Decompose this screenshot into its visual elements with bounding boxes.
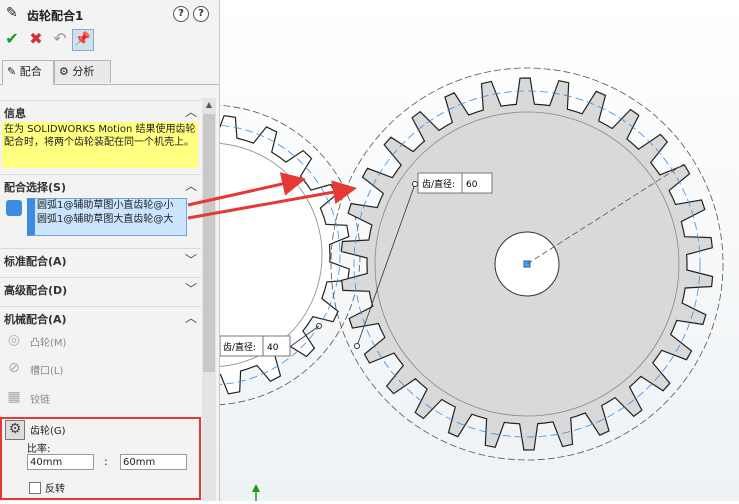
dim-point bbox=[412, 181, 418, 187]
paperclip-icon: ✎ bbox=[6, 5, 18, 21]
cancel-x-icon[interactable]: ✖ bbox=[26, 29, 46, 49]
mate-label: 齿轮(G) bbox=[30, 426, 66, 437]
section-label: 信息 bbox=[4, 107, 26, 120]
hinge-icon: ▦ bbox=[7, 389, 21, 405]
mate-label: 凸轮(M) bbox=[30, 338, 67, 349]
section-standard-mates[interactable]: 标准配合(A) ﹀ bbox=[0, 248, 201, 269]
pin-icon[interactable]: 📌 bbox=[72, 29, 94, 51]
chevron-up-icon[interactable]: ︿ bbox=[185, 103, 197, 120]
chevron-down-icon[interactable]: ﹀ bbox=[185, 280, 197, 297]
gear-analysis-icon: ⚙ bbox=[59, 65, 69, 78]
panel-scrollbar[interactable]: ▲ bbox=[202, 98, 216, 501]
reverse-label: 反转 bbox=[45, 484, 65, 495]
ratio-label: 比率: bbox=[27, 444, 51, 455]
slot-icon: ⊘ bbox=[8, 360, 20, 376]
gear-mate[interactable]: ⚙ 齿轮(G) bbox=[5, 418, 195, 440]
section-advanced-mates[interactable]: 高级配合(D) ﹀ bbox=[0, 277, 201, 298]
info-message: 在为 SOLIDWORKS Motion 结果使用齿轮配合时，将两个齿轮装配在同… bbox=[2, 122, 198, 168]
list-item[interactable]: 圆弧1@辅助草图小直齿轮@小 bbox=[35, 199, 186, 213]
gear-icon: ⚙ bbox=[5, 420, 25, 440]
reverse-checkbox[interactable] bbox=[29, 482, 41, 494]
help-icon[interactable]: ? bbox=[193, 6, 209, 22]
gear-viewport: 齿/直径: 60 齿/直径: 40 bbox=[59, 0, 739, 501]
title-bar: ✎ 齿轮配合1 ? ? bbox=[0, 0, 219, 28]
cam-icon: ◎ bbox=[7, 332, 21, 348]
hinge-mate[interactable]: ▦ 铰链 bbox=[5, 387, 195, 409]
property-manager: ✎ 齿轮配合1 ? ? ✔ ✖ ↶ 📌 ✎ 配合 ⚙ 分析 信息 ︿ 在为 SO… bbox=[0, 0, 220, 501]
tab-label: 分析 bbox=[72, 65, 95, 78]
section-label: 标准配合(A) bbox=[4, 255, 67, 268]
section-mechanical-mates[interactable]: 机械配合(A) ︿ bbox=[0, 306, 201, 327]
ok-check-icon[interactable]: ✔ bbox=[2, 29, 22, 49]
tab-mates[interactable]: ✎ 配合 bbox=[2, 60, 54, 85]
cam-mate[interactable]: ◎ 凸轮(M) bbox=[5, 330, 195, 352]
ratio-left-input[interactable]: 40mm bbox=[27, 454, 94, 470]
ratio-separator: : bbox=[104, 455, 108, 468]
dim-point bbox=[354, 343, 360, 349]
action-bar: ✔ ✖ ↶ 📌 bbox=[0, 29, 219, 51]
section-label: 配合选择(S) bbox=[4, 181, 66, 194]
section-label: 机械配合(A) bbox=[4, 313, 67, 326]
chevron-down-icon[interactable]: ﹀ bbox=[185, 251, 197, 268]
mate-label: 铰链 bbox=[30, 395, 50, 406]
selection-list[interactable]: 圆弧1@辅助草图小直齿轮@小 圆弧1@辅助草图大直齿轮@大 bbox=[27, 198, 187, 236]
slot-mate[interactable]: ⊘ 槽口(L) bbox=[5, 358, 195, 380]
chevron-up-icon[interactable]: ︿ bbox=[185, 177, 197, 194]
section-mate-selection[interactable]: 配合选择(S) ︿ bbox=[0, 174, 201, 195]
list-item[interactable]: 圆弧1@辅助草图大直齿轮@大 bbox=[35, 213, 186, 227]
dim-box-large[interactable]: 齿/直径: 60 bbox=[417, 172, 493, 194]
undo-icon[interactable]: ↶ bbox=[50, 29, 70, 49]
tab-label: 配合 bbox=[19, 65, 42, 78]
help-question-icon[interactable]: ? bbox=[173, 6, 189, 22]
dim-value: 40 bbox=[267, 343, 279, 353]
dim-label: 齿/直径: bbox=[223, 341, 256, 353]
section-label: 高级配合(D) bbox=[4, 284, 68, 297]
tab-bar: ✎ 配合 ⚙ 分析 bbox=[0, 58, 219, 85]
mate-label: 槽口(L) bbox=[30, 366, 64, 377]
section-info[interactable]: 信息 ︿ bbox=[0, 100, 201, 121]
scroll-thumb[interactable] bbox=[203, 114, 215, 372]
ratio-right-input[interactable]: 60mm bbox=[120, 454, 187, 470]
chevron-up-icon[interactable]: ︿ bbox=[185, 309, 197, 326]
paperclip-icon: ✎ bbox=[7, 65, 17, 78]
tab-analysis[interactable]: ⚙ 分析 bbox=[54, 60, 111, 83]
mate-selection-icon bbox=[6, 200, 22, 216]
dim-label: 齿/直径: bbox=[422, 178, 455, 190]
scroll-up-icon[interactable]: ▲ bbox=[202, 98, 216, 112]
feature-title: 齿轮配合1 bbox=[27, 9, 84, 23]
dim-value: 60 bbox=[466, 180, 478, 190]
dim-box-small[interactable]: 齿/直径: 40 bbox=[219, 335, 291, 357]
graphics-area[interactable]: 齿/直径: 60 齿/直径: 40 bbox=[59, 0, 739, 501]
